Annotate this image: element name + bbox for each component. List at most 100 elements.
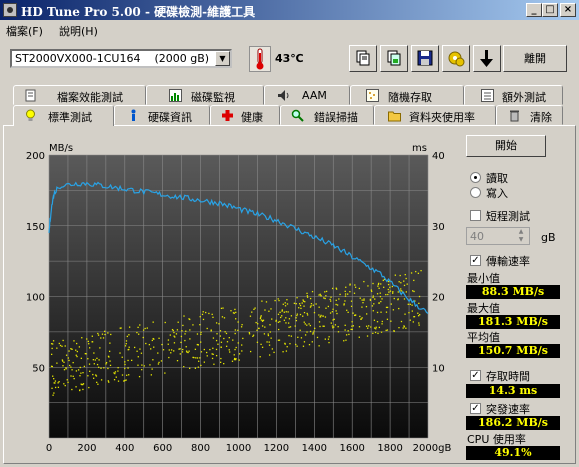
access-time-point — [331, 287, 334, 290]
access-time-point — [173, 335, 175, 337]
access-time-point — [397, 291, 399, 293]
access-time-point — [196, 357, 199, 359]
access-time-point — [306, 292, 308, 295]
access-time-point — [54, 380, 57, 382]
access-time-point — [313, 330, 315, 332]
access-time-point — [199, 357, 201, 359]
access-time-point — [182, 324, 184, 327]
access-time-point — [417, 312, 419, 314]
access-time-point — [392, 291, 394, 293]
access-time-point — [219, 361, 222, 363]
access-time-point — [296, 345, 298, 347]
access-time-point — [212, 347, 214, 349]
access-time-point — [400, 288, 402, 290]
maximize-button[interactable]: □ — [542, 3, 558, 17]
access-time-point — [281, 315, 283, 317]
access-time-point — [257, 323, 259, 325]
access-time-point — [222, 307, 224, 309]
y-tick-label-right: 40 — [432, 151, 445, 162]
access-time-point — [233, 354, 235, 356]
access-time-point — [294, 325, 296, 327]
access-time-point — [260, 316, 262, 318]
access-time-point — [306, 312, 308, 315]
close-button[interactable]: × — [560, 3, 576, 17]
access-time-checkbox[interactable]: ✓ — [470, 370, 481, 381]
exit-button[interactable]: 離開 — [503, 45, 567, 72]
access-time-point — [126, 335, 128, 338]
access-time-point — [176, 329, 179, 331]
access-time-point — [280, 316, 282, 319]
access-time-point — [337, 331, 340, 333]
access-time-point — [332, 319, 334, 321]
access-time-point — [345, 286, 347, 288]
tab-benchmark[interactable]: 標準測試 — [13, 105, 114, 126]
block-size-stepper[interactable]: 40 ▲ ▼ — [466, 227, 530, 245]
read-radio[interactable] — [470, 172, 481, 183]
access-time-point — [266, 341, 268, 343]
access-time-point — [289, 343, 291, 345]
access-time-point — [202, 318, 205, 321]
x-tick-label: 1400 — [302, 443, 327, 454]
access-time-point — [380, 283, 382, 285]
access-time-point — [283, 319, 286, 321]
access-time-point — [344, 293, 347, 295]
access-time-point — [193, 356, 195, 359]
minimize-button[interactable]: _ — [526, 3, 542, 17]
write-radio[interactable] — [470, 187, 481, 198]
access-time-point — [310, 303, 313, 305]
access-time-point — [324, 338, 326, 340]
access-time-point — [297, 336, 299, 338]
access-time-point — [175, 333, 178, 335]
tab-extra-tests[interactable]: 額外測試 — [464, 85, 563, 105]
access-time-point — [220, 341, 223, 343]
x-tick-label: 400 — [115, 443, 134, 454]
access-time-point — [302, 345, 305, 347]
access-time-point — [263, 333, 266, 335]
access-time-point — [142, 329, 145, 331]
access-time-point — [231, 360, 234, 362]
access-time-point — [52, 394, 54, 396]
access-time-point — [281, 310, 283, 312]
access-time-point — [354, 286, 357, 288]
access-time-point — [183, 366, 185, 368]
access-time-point — [296, 297, 298, 299]
transfer-rate-label: 傳輸速率 — [486, 255, 530, 268]
access-time-point — [303, 321, 305, 323]
start-button[interactable]: 開始 — [466, 135, 546, 157]
access-time-point — [216, 333, 218, 335]
access-time-point — [54, 382, 56, 384]
access-time-point — [311, 341, 313, 343]
access-time-point — [373, 319, 376, 321]
right-axis-unit: ms — [412, 143, 427, 154]
access-time-point — [319, 293, 321, 295]
access-time-point — [400, 290, 403, 292]
download-button[interactable] — [473, 45, 501, 72]
access-time-point — [61, 359, 64, 361]
stepper-up-icon[interactable]: ▲ — [515, 228, 527, 235]
access-time-point — [169, 334, 171, 336]
transfer-rate-checkbox[interactable]: ✓ — [470, 255, 481, 266]
x-tick-label: 1200 — [264, 443, 289, 454]
access-time-point — [138, 333, 140, 335]
access-time-point — [176, 360, 179, 362]
x-tick-label: 600 — [153, 443, 172, 454]
access-time-point — [306, 331, 308, 333]
access-time-point — [234, 332, 236, 335]
access-time-point — [57, 386, 60, 388]
access-time-point — [206, 327, 208, 330]
short-test-checkbox[interactable] — [470, 210, 481, 221]
access-time-point — [237, 329, 239, 331]
access-time-point — [189, 329, 191, 331]
burst-rate-checkbox[interactable]: ✓ — [470, 403, 481, 414]
stepper-down-icon[interactable]: ▼ — [515, 236, 527, 243]
tab-erase[interactable]: 清除 — [496, 105, 563, 125]
access-time-point — [237, 342, 239, 344]
access-time-point — [308, 343, 311, 346]
access-time-point — [203, 348, 205, 351]
access-time-point — [256, 329, 258, 331]
access-time-point — [100, 367, 102, 369]
access-time-point — [394, 274, 396, 276]
access-time-point — [350, 305, 353, 308]
access-time-point — [75, 370, 78, 372]
access-time-point — [108, 381, 110, 383]
